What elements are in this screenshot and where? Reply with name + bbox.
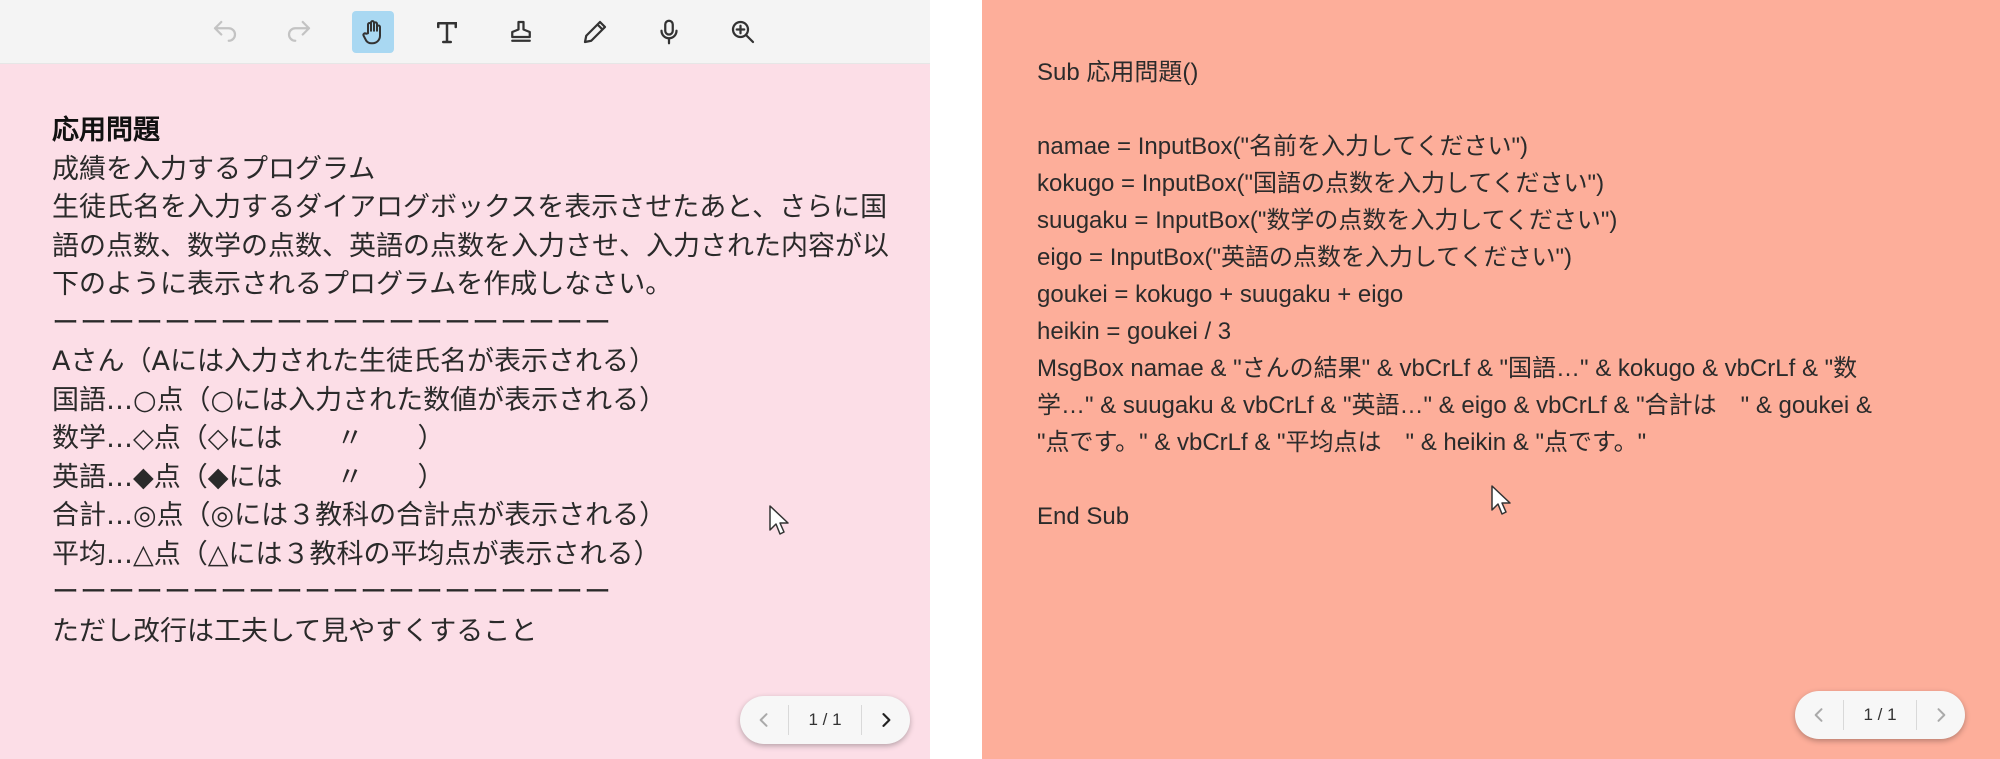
text-tool-button[interactable] — [426, 11, 468, 53]
stamp-icon — [511, 20, 531, 42]
next-page-button[interactable] — [1917, 691, 1965, 739]
code-line: Sub 応用問題() — [1037, 59, 1199, 86]
chevron-right-icon — [882, 713, 891, 727]
code-line: End Sub — [1037, 503, 1130, 530]
document-line: Aさん（Aには入力された生徒氏名が表示される） — [52, 346, 656, 377]
next-page-button[interactable] — [862, 696, 910, 744]
code-line: eigo = InputBox("英語の点数を入力してください") — [1037, 244, 1573, 271]
page-count: 1 / 1 — [1843, 700, 1917, 730]
document-line: 英語…◆点（◆には 〃 ） — [52, 461, 445, 493]
document-paragraph: 生徒氏名を入力するダイアログボックスを表示させたあと、さらに国語の点数、数学の点… — [52, 192, 889, 300]
code-line: heikin = goukei / 3 — [1037, 318, 1232, 345]
zoom-in-icon — [731, 20, 755, 44]
document-divider: ーーーーーーーーーーーーーーーーーーーー — [52, 307, 612, 339]
redo-icon — [287, 20, 311, 42]
vba-code: Sub 応用問題() namae = InputBox("名前を入力してください… — [1037, 54, 1937, 535]
chevron-right-icon — [1937, 708, 1946, 722]
mouse-cursor-icon — [769, 505, 789, 535]
stamp-tool-button[interactable] — [500, 11, 542, 53]
zoom-in-tool-button[interactable] — [722, 11, 764, 53]
page-navigator: 1 / 1 — [1795, 691, 1965, 739]
document-line: 国語…○点（○には入力された数値が表示される） — [52, 384, 667, 416]
code-line: goukei = kokugo + suugaku + eigo — [1037, 281, 1404, 308]
problem-document: 応用問題 成績を入力するプログラム 生徒氏名を入力するダイアログボックスを表示さ… — [52, 112, 892, 651]
code-line: namae = InputBox("名前を入力してください") — [1037, 133, 1529, 160]
microphone-icon — [660, 19, 678, 45]
chevron-left-icon — [1814, 708, 1823, 722]
code-line: MsgBox namae & "さんの結果" & vbCrLf & "国語…" … — [1037, 355, 1858, 382]
text-icon — [437, 22, 457, 44]
document-line: 合計…◎点（◎には３教科の合計点が表示される） — [52, 500, 667, 531]
hand-tool-button[interactable] — [352, 11, 394, 53]
previous-page-button[interactable] — [740, 696, 788, 744]
code-line: kokugo = InputBox("国語の点数を入力してください") — [1037, 170, 1605, 197]
document-line: 平均…△点（△には３教科の平均点が表示される） — [52, 538, 661, 570]
microphone-tool-button[interactable] — [648, 11, 690, 53]
mouse-cursor-icon — [1491, 485, 1511, 515]
annotation-toolbar — [0, 0, 930, 64]
undo-icon — [213, 20, 237, 42]
pencil-icon — [583, 20, 607, 44]
pencil-tool-button[interactable] — [574, 11, 616, 53]
document-subtitle: 成績を入力するプログラム — [52, 153, 376, 185]
code-line: suugaku = InputBox("数学の点数を入力してください") — [1037, 207, 1618, 234]
previous-page-button[interactable] — [1795, 691, 1843, 739]
redo-button[interactable] — [278, 11, 320, 53]
page-count: 1 / 1 — [788, 705, 862, 735]
code-line: 学…" & suugaku & vbCrLf & "英語…" & eigo & … — [1037, 392, 1872, 419]
right-code-panel: Sub 応用問題() namae = InputBox("名前を入力してください… — [982, 0, 2000, 759]
code-line: "点です。" & vbCrLf & "平均点は " & heikin & "点で… — [1037, 429, 1647, 456]
chevron-left-icon — [759, 713, 768, 727]
document-line: 数学…◇点（◇には 〃 ） — [52, 423, 445, 454]
document-divider: ーーーーーーーーーーーーーーーーーーーー — [52, 577, 612, 608]
hand-icon — [362, 20, 381, 45]
undo-button[interactable] — [204, 11, 246, 53]
document-title: 応用問題 — [52, 115, 160, 146]
document-note: ただし改行は工夫して見やすくすること — [52, 615, 538, 647]
page-navigator: 1 / 1 — [740, 696, 910, 744]
left-document-panel: 応用問題 成績を入力するプログラム 生徒氏名を入力するダイアログボックスを表示さ… — [0, 0, 930, 759]
screen: 応用問題 成績を入力するプログラム 生徒氏名を入力するダイアログボックスを表示さ… — [0, 0, 2000, 759]
